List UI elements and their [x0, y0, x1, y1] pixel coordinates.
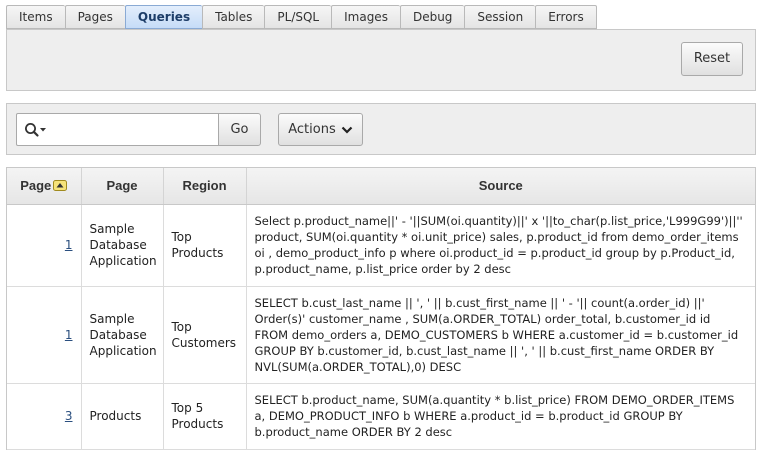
page-number-link[interactable]: 1 [65, 328, 73, 342]
region-cell: Top Products [163, 204, 247, 287]
button-region: Reset [6, 29, 756, 91]
column-header-source[interactable]: Source [246, 168, 755, 205]
tab-tables[interactable]: Tables [202, 5, 265, 29]
region-cell: Top Customers [163, 286, 247, 384]
search-input[interactable] [53, 118, 215, 141]
chevron-down-icon [341, 126, 353, 134]
actions-menu-button[interactable]: Actions [278, 113, 363, 146]
actions-label: Actions [288, 122, 336, 137]
tab-pages[interactable]: Pages [64, 5, 125, 29]
page-number-link[interactable]: 3 [65, 409, 73, 423]
page-name-cell: Sample Database Application [81, 204, 164, 287]
tab-debug[interactable]: Debug [399, 5, 465, 29]
sort-ascending-icon[interactable] [53, 180, 68, 192]
column-header-page-number[interactable]: Page [7, 168, 82, 205]
table-row: 1 Sample Database Application Top Produc… [7, 204, 755, 287]
page-number-cell: 1 [7, 204, 82, 287]
source-cell: SELECT b.product_name, SUM(a.quantity * … [246, 383, 755, 450]
go-button[interactable]: Go [218, 113, 261, 146]
page-number-cell: 1 [7, 286, 82, 384]
page-number-link[interactable]: 1 [65, 238, 73, 252]
developer-tab-bar: Items Pages Queries Tables PL/SQL Images… [6, 5, 597, 29]
tab-session[interactable]: Session [464, 5, 536, 29]
source-cell: Select p.product_name||' - '||SUM(oi.qua… [246, 204, 755, 287]
table-row: 3 Products Top 5 Products SELECT b.produ… [7, 383, 755, 450]
column-header-label: Page [20, 178, 52, 194]
search-icon[interactable] [24, 122, 50, 138]
page-number-cell: 3 [7, 383, 82, 450]
region-cell: Top 5 Products [163, 383, 247, 450]
tab-items[interactable]: Items [6, 5, 65, 29]
column-header-region[interactable]: Region [163, 168, 247, 205]
column-header-page[interactable]: Page [81, 168, 164, 205]
tab-queries[interactable]: Queries [124, 5, 203, 29]
queries-report: Page Page Region Source 1 Sample Databas… [6, 167, 756, 450]
page-name-cell: Sample Database Application [81, 286, 164, 384]
search-field[interactable] [16, 113, 220, 146]
source-cell: SELECT b.cust_last_name || ', ' || b.cus… [246, 286, 755, 384]
tab-errors[interactable]: Errors [535, 5, 597, 29]
tab-images[interactable]: Images [331, 5, 400, 29]
tab-plsql[interactable]: PL/SQL [264, 5, 332, 29]
reset-button[interactable]: Reset [681, 42, 743, 76]
page-name-cell: Products [81, 383, 164, 450]
table-row: 1 Sample Database Application Top Custom… [7, 286, 755, 384]
report-search-bar: Go Actions [6, 103, 756, 155]
dropdown-arrow-icon [40, 128, 46, 132]
